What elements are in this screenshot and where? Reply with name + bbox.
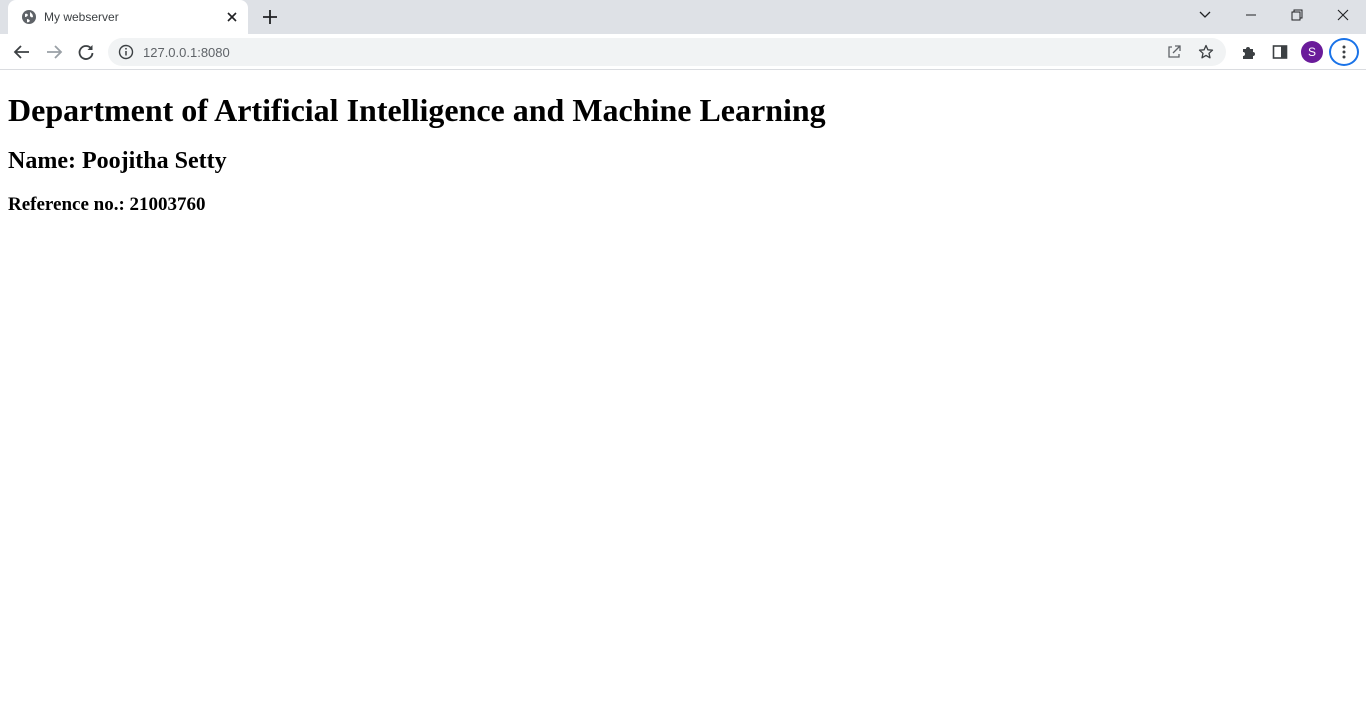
profile-initial: S [1307,45,1316,59]
profile-avatar[interactable]: S [1301,41,1323,63]
side-panel-icon [1272,45,1288,59]
info-icon[interactable] [118,44,134,60]
tab-search-button[interactable] [1182,0,1228,30]
browser-menu-button[interactable] [1329,38,1359,66]
student-name: Name: Poojitha Setty [8,148,227,174]
url-text[interactable]: 127.0.0.1:8080 [143,45,230,60]
kebab-menu-icon [1342,45,1346,59]
page-content: Department of Artificial Intelligence an… [8,71,1358,216]
back-button[interactable] [12,42,32,62]
arrow-left-icon [13,45,29,59]
globe-icon [22,10,36,24]
restore-icon [1291,9,1303,21]
tab-title: My webserver [44,10,119,24]
extensions-button[interactable] [1238,42,1258,62]
star-icon[interactable] [1198,44,1214,60]
side-panel-button[interactable] [1270,42,1290,62]
tab-close-icon[interactable] [224,9,240,25]
close-icon [1337,9,1349,21]
minimize-button[interactable] [1228,0,1274,30]
reference-number: Reference no.: 21003760 [8,194,206,215]
minimize-icon [1246,14,1256,16]
address-bar[interactable]: 127.0.0.1:8080 [108,38,1226,66]
tab-strip: My webserver [0,0,1366,34]
browser-tab[interactable]: My webserver [8,0,248,34]
restore-button[interactable] [1274,0,1320,30]
window-close-button[interactable] [1320,0,1366,30]
forward-button[interactable] [44,42,64,62]
page-heading: Department of Artificial Intelligence an… [8,92,826,128]
share-icon[interactable] [1166,44,1182,60]
browser-toolbar: 127.0.0.1:8080 S [0,34,1366,70]
arrow-right-icon [47,45,63,59]
reload-button[interactable] [76,42,96,62]
chevron-down-icon [1199,11,1211,18]
reload-icon [78,45,94,60]
puzzle-icon [1242,46,1255,59]
new-tab-button[interactable] [260,7,280,27]
